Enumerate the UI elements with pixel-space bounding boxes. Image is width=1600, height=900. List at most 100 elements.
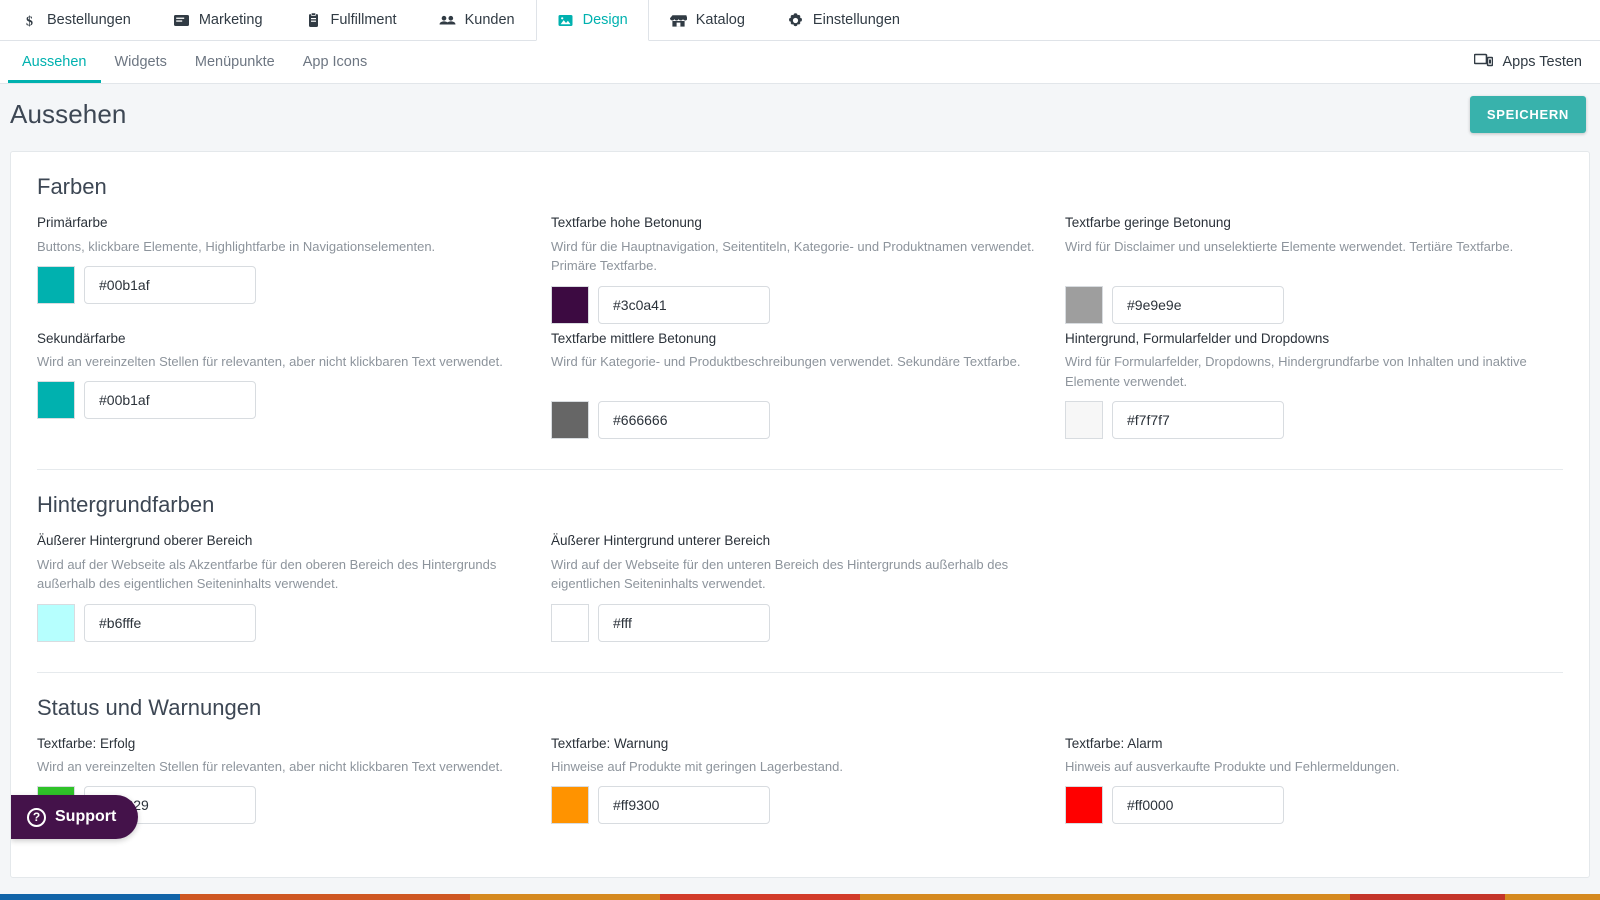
color-hex-input[interactable]: #3c0a41 — [598, 285, 770, 324]
section-title: Hintergrundfarben — [37, 492, 215, 518]
color-field-label: Textfarbe hohe Betonung — [551, 215, 702, 230]
field-row: Äußerer Hintergrund oberer Bereich Wird a… — [37, 532, 1563, 648]
clipboard-icon — [305, 11, 322, 29]
section-farben: Farben Primärfarbe Buttons, klickbare Elem… — [37, 174, 1563, 445]
sub-nav-tab-label: Menüpunkte — [194, 54, 275, 70]
top-nav-tab-list: $ Bestellungen Marketing Fulfillment Kunden D… — [0, 0, 921, 41]
top-nav-tab-label: Fulfillment — [330, 12, 397, 28]
bottom-progress-bar — [0, 894, 1600, 900]
devices-icon — [1474, 53, 1494, 72]
color-hex-input[interactable]: #f7f7f7 — [1112, 401, 1284, 440]
bottom-bar-segment — [1505, 894, 1600, 900]
color-hex-input[interactable]: #ff0000 — [1112, 786, 1284, 825]
color-swatch[interactable] — [1065, 285, 1103, 324]
color-field: Textfarbe geringe Betonung Wird für Discl… — [1065, 214, 1563, 330]
apps-testen-button[interactable]: Apps Testen — [1470, 41, 1586, 83]
color-field: Äußerer Hintergrund oberer Bereich Wird a… — [37, 532, 535, 648]
color-swatch[interactable] — [551, 786, 589, 825]
color-swatch[interactable] — [37, 265, 75, 304]
color-swatch[interactable] — [37, 381, 75, 420]
color-input-row: #00b1af — [37, 381, 535, 420]
sub-nav-tab-label: Aussehen — [22, 54, 87, 70]
message-icon — [173, 12, 190, 29]
color-swatch[interactable] — [551, 285, 589, 324]
color-field-description: Wird für Formularfelder, Dropdowns, Hind… — [1065, 354, 1527, 389]
color-field-label: Textfarbe mittlere Betonung — [551, 330, 717, 346]
color-input-row: #9e9e9e — [1065, 285, 1563, 324]
color-hex-input[interactable]: #00b1af — [84, 381, 256, 420]
sub-nav-tab-list: Aussehen Widgets Menüpunkte App Icons — [0, 41, 381, 83]
dollar-icon: $ — [21, 12, 38, 29]
top-navigation-bar: $ Bestellungen Marketing Fulfillment Kunden D… — [0, 0, 1600, 41]
color-hex-input[interactable]: #9e9e9e — [1112, 285, 1284, 324]
color-field-description: Wird an vereinzelten Stellen für relevan… — [37, 354, 503, 370]
color-input-row: #ff9300 — [551, 786, 1049, 825]
color-field-label: Sekundärfarbe — [37, 330, 126, 346]
color-swatch[interactable] — [37, 603, 75, 642]
color-field-label: Textfarbe geringe Betonung — [1065, 215, 1231, 230]
section-status-und-warnungen: Status und Warnungen Textfarbe: Erfolg Wir… — [37, 695, 1563, 831]
color-hex-input[interactable]: #00b1af — [84, 265, 256, 304]
color-field-label: Primärfarbe — [37, 215, 108, 230]
top-nav-tab-einstellungen[interactable]: Einstellungen — [766, 0, 921, 40]
color-field-description: Wird für Disclaimer und unselektierte El… — [1065, 238, 1514, 254]
color-hex-input[interactable]: #666666 — [598, 401, 770, 440]
section-divider — [37, 671, 1563, 673]
page-title: Aussehen — [10, 98, 127, 129]
color-field-label: Äußerer Hintergrund unterer Bereich — [551, 533, 771, 549]
sub-nav-tab-menüpunkte[interactable]: Menüpunkte — [181, 41, 289, 83]
color-field-description: Wird auf der Webseite als Akzentfarbe fü… — [37, 556, 497, 592]
field-row: Sekundärfarbe Wird an vereinzelten Stelle… — [37, 330, 1563, 446]
sub-nav-tab-app-icons[interactable]: App Icons — [289, 41, 382, 83]
top-nav-tab-kunden[interactable]: Kunden — [418, 0, 536, 40]
color-field-label: Textfarbe: Erfolg — [37, 735, 136, 751]
top-nav-tab-label: Katalog — [695, 12, 745, 28]
save-button[interactable]: SPEICHERN — [1469, 95, 1586, 133]
color-swatch[interactable] — [1065, 401, 1103, 440]
color-field-label: Äußerer Hintergrund oberer Bereich — [37, 533, 253, 549]
color-swatch[interactable] — [551, 401, 589, 440]
gear-icon — [787, 12, 804, 29]
color-swatch[interactable] — [551, 603, 589, 642]
sub-nav-tab-widgets[interactable]: Widgets — [101, 41, 181, 83]
bottom-bar-segment — [180, 894, 470, 900]
color-input-row: #3c0a41 — [551, 285, 1049, 324]
top-nav-tab-katalog[interactable]: Katalog — [649, 0, 766, 40]
color-hex-input[interactable]: #b6fffe — [84, 603, 256, 642]
color-input-row: #666666 — [551, 401, 1049, 440]
color-input-row: #ff0000 — [1065, 786, 1563, 825]
top-nav-tab-label: Bestellungen — [47, 12, 131, 28]
bottom-bar-segment — [660, 894, 860, 900]
color-field: Sekundärfarbe Wird an vereinzelten Stelle… — [37, 330, 535, 446]
color-input-row: #00b1af — [37, 265, 535, 304]
top-nav-tab-design[interactable]: Design — [535, 0, 649, 41]
color-field-description: Buttons, klickbare Elemente, Highlightfa… — [37, 238, 436, 254]
store-icon — [669, 12, 687, 29]
section-hintergrundfarben: Hintergrundfarben Äußerer Hintergrund obe… — [37, 492, 1563, 648]
top-nav-tab-bestellungen[interactable]: $ Bestellungen — [0, 0, 152, 40]
field-placeholder — [1065, 532, 1563, 648]
support-widget-label: Support — [55, 808, 117, 825]
apps-testen-label: Apps Testen — [1502, 54, 1582, 70]
settings-card: Farben Primärfarbe Buttons, klickbare Elem… — [10, 151, 1590, 878]
top-nav-tab-label: Design — [582, 12, 628, 28]
color-field-label: Hintergrund, Formularfelder und Dropdown… — [1065, 330, 1330, 346]
color-field-description: Hinweis auf ausverkaufte Produkte und Fe… — [1065, 759, 1400, 775]
color-hex-input[interactable]: #fff — [598, 603, 770, 642]
sub-navigation-bar: Aussehen Widgets Menüpunkte App Icons Apps … — [0, 41, 1600, 84]
color-field: Primärfarbe Buttons, klickbare Elemente, … — [37, 214, 535, 330]
bottom-bar-segment — [860, 894, 1350, 900]
top-nav-tab-marketing[interactable]: Marketing — [152, 0, 284, 40]
support-widget-button[interactable]: ? Support — [11, 795, 139, 839]
color-swatch[interactable] — [1065, 786, 1103, 825]
image-icon — [557, 12, 574, 29]
color-hex-input[interactable]: #ff9300 — [598, 786, 770, 825]
color-input-row: #b6fffe — [37, 603, 535, 642]
sub-nav-tab-label: Widgets — [114, 54, 167, 70]
color-field-description: Wird für Kategorie- und Produktbeschreib… — [551, 354, 1021, 370]
top-nav-tab-fulfillment[interactable]: Fulfillment — [284, 0, 418, 40]
field-row: Textfarbe: Erfolg Wird an vereinzelten St… — [37, 735, 1563, 831]
color-field-label: Textfarbe: Alarm — [1065, 735, 1163, 751]
sub-nav-tab-aussehen[interactable]: Aussehen — [8, 41, 101, 83]
people-icon — [439, 12, 456, 29]
